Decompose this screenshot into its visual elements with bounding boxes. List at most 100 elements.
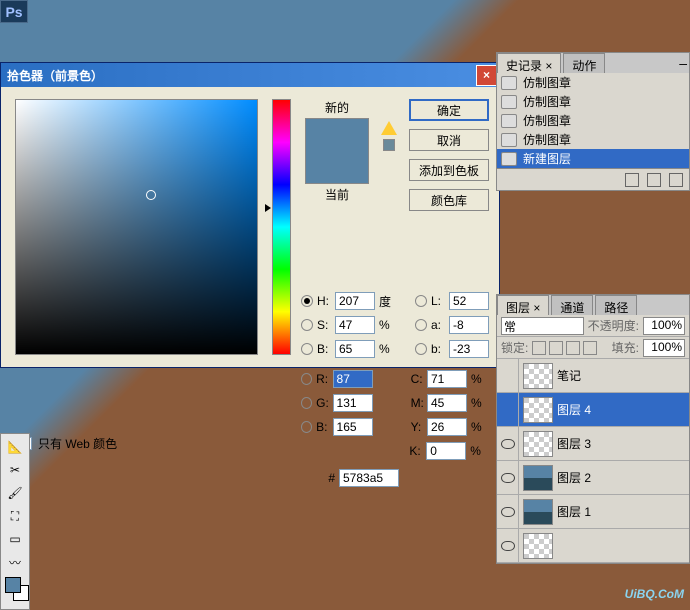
current-color-label: 当前 <box>325 186 349 203</box>
input-s[interactable] <box>335 316 375 334</box>
label-y: Y: <box>411 420 427 434</box>
opacity-input[interactable]: 100% <box>643 317 685 335</box>
lock-image-icon[interactable] <box>549 341 563 355</box>
snapshot-icon[interactable] <box>625 173 639 187</box>
radio-s[interactable] <box>301 319 313 331</box>
tool-brush[interactable]: 🖌 <box>3 482 27 504</box>
tab-actions[interactable]: 动作 <box>563 53 605 73</box>
tool-eraser[interactable]: ▭ <box>3 528 27 550</box>
input-h[interactable] <box>335 292 375 310</box>
lock-all-icon[interactable] <box>583 341 597 355</box>
input-hex[interactable] <box>339 469 399 487</box>
tab-paths[interactable]: 路径 <box>595 295 637 315</box>
input-r[interactable] <box>333 370 373 388</box>
web-only-row: 只有 Web 颜色 <box>19 435 117 452</box>
app-logo-text: Ps <box>5 4 22 20</box>
layer-thumbnail <box>523 431 553 457</box>
blend-mode-select[interactable]: 常 <box>501 317 584 335</box>
opacity-label: 不透明度: <box>588 317 639 334</box>
input-bv[interactable] <box>335 340 375 358</box>
input-y[interactable] <box>427 418 467 436</box>
history-item[interactable]: 仿制图章 <box>497 111 689 130</box>
input-g[interactable] <box>333 394 373 412</box>
panel-minimize-icon[interactable]: – <box>679 55 687 71</box>
input-m[interactable] <box>427 394 467 412</box>
input-b[interactable] <box>449 340 489 358</box>
dialog-titlebar[interactable]: 拾色器（前景色） × <box>1 63 499 87</box>
radio-bc[interactable] <box>301 421 312 433</box>
eye-icon <box>501 439 515 449</box>
gamut-color-swatch[interactable] <box>383 139 395 151</box>
layers-panel: 图层 × 通道 路径 常 不透明度: 100% 锁定: 填充: 100% 笔记 … <box>496 294 690 564</box>
input-a[interactable] <box>449 316 489 334</box>
history-item[interactable]: 新建图层 <box>497 149 689 168</box>
input-c[interactable] <box>427 370 467 388</box>
radio-l[interactable] <box>415 295 427 307</box>
tool-smudge[interactable]: 〰 <box>3 551 27 573</box>
history-item[interactable]: 仿制图章 <box>497 130 689 149</box>
visibility-toggle[interactable] <box>497 393 519 426</box>
ok-button[interactable]: 确定 <box>409 99 489 121</box>
layer-thumbnail <box>523 465 553 491</box>
radio-r[interactable] <box>301 373 312 385</box>
layer-item[interactable]: 图层 1 <box>497 495 689 529</box>
color-fields: H: 度 L: S: % a: B: % b: <box>301 289 491 487</box>
clone-stamp-icon <box>501 95 517 109</box>
foreground-swatch[interactable] <box>5 577 21 593</box>
history-item[interactable]: 仿制图章 <box>497 92 689 111</box>
lock-transparency-icon[interactable] <box>532 341 546 355</box>
radio-h[interactable] <box>301 295 313 307</box>
label-c: C: <box>411 372 427 386</box>
layer-item[interactable]: 图层 4 <box>497 393 689 427</box>
layer-item[interactable] <box>497 529 689 563</box>
new-layer-icon <box>501 152 517 166</box>
radio-bv[interactable] <box>301 343 313 355</box>
layer-item[interactable]: 图层 3 <box>497 427 689 461</box>
tool-measure[interactable]: 📐 <box>3 436 27 458</box>
gamut-warning-icon[interactable] <box>381 121 397 135</box>
color-libraries-button[interactable]: 颜色库 <box>409 189 489 211</box>
input-l[interactable] <box>449 292 489 310</box>
tool-clone-stamp[interactable]: ⛶ <box>3 505 27 527</box>
trash-icon[interactable] <box>669 173 683 187</box>
layer-item[interactable]: 笔记 <box>497 359 689 393</box>
fill-label: 填充: <box>612 339 639 356</box>
color-picker-dialog: 拾色器（前景色） × 新的 当前 确定 取消 添加到色板 颜色库 <box>0 62 500 368</box>
history-toolbar <box>497 168 689 190</box>
layer-thumbnail <box>523 499 553 525</box>
visibility-toggle[interactable] <box>497 529 519 562</box>
visibility-toggle[interactable] <box>497 495 519 528</box>
new-snapshot-icon[interactable] <box>647 173 661 187</box>
tab-history[interactable]: 史记录 × <box>497 53 561 73</box>
tab-channels[interactable]: 通道 <box>551 295 593 315</box>
saturation-value-field[interactable] <box>15 99 258 355</box>
web-only-label: 只有 Web 颜色 <box>38 435 117 452</box>
new-color-swatch[interactable] <box>306 119 368 151</box>
input-k[interactable] <box>426 442 466 460</box>
eye-icon <box>501 507 515 517</box>
visibility-toggle[interactable] <box>497 461 519 494</box>
radio-a[interactable] <box>415 319 427 331</box>
input-bc[interactable] <box>333 418 373 436</box>
visibility-toggle[interactable] <box>497 359 519 392</box>
fill-input[interactable]: 100% <box>643 339 685 357</box>
close-button[interactable]: × <box>476 65 497 86</box>
layer-item[interactable]: 图层 2 <box>497 461 689 495</box>
cancel-button[interactable]: 取消 <box>409 129 489 151</box>
label-bc: B: <box>316 420 332 434</box>
eye-icon <box>501 541 515 551</box>
hue-slider[interactable] <box>272 99 291 355</box>
clone-stamp-icon <box>501 133 517 147</box>
lock-position-icon[interactable] <box>566 341 580 355</box>
label-k: K: <box>409 444 426 458</box>
history-item[interactable]: 仿制图章 <box>497 73 689 92</box>
label-r: R: <box>316 372 332 386</box>
tool-crop[interactable]: ✂ <box>3 459 27 481</box>
current-color-swatch[interactable] <box>306 151 368 183</box>
radio-g[interactable] <box>301 397 312 409</box>
tab-layers[interactable]: 图层 × <box>497 295 549 315</box>
radio-b[interactable] <box>415 343 427 355</box>
hue-pointer <box>265 204 271 212</box>
add-to-swatches-button[interactable]: 添加到色板 <box>409 159 489 181</box>
visibility-toggle[interactable] <box>497 427 519 460</box>
